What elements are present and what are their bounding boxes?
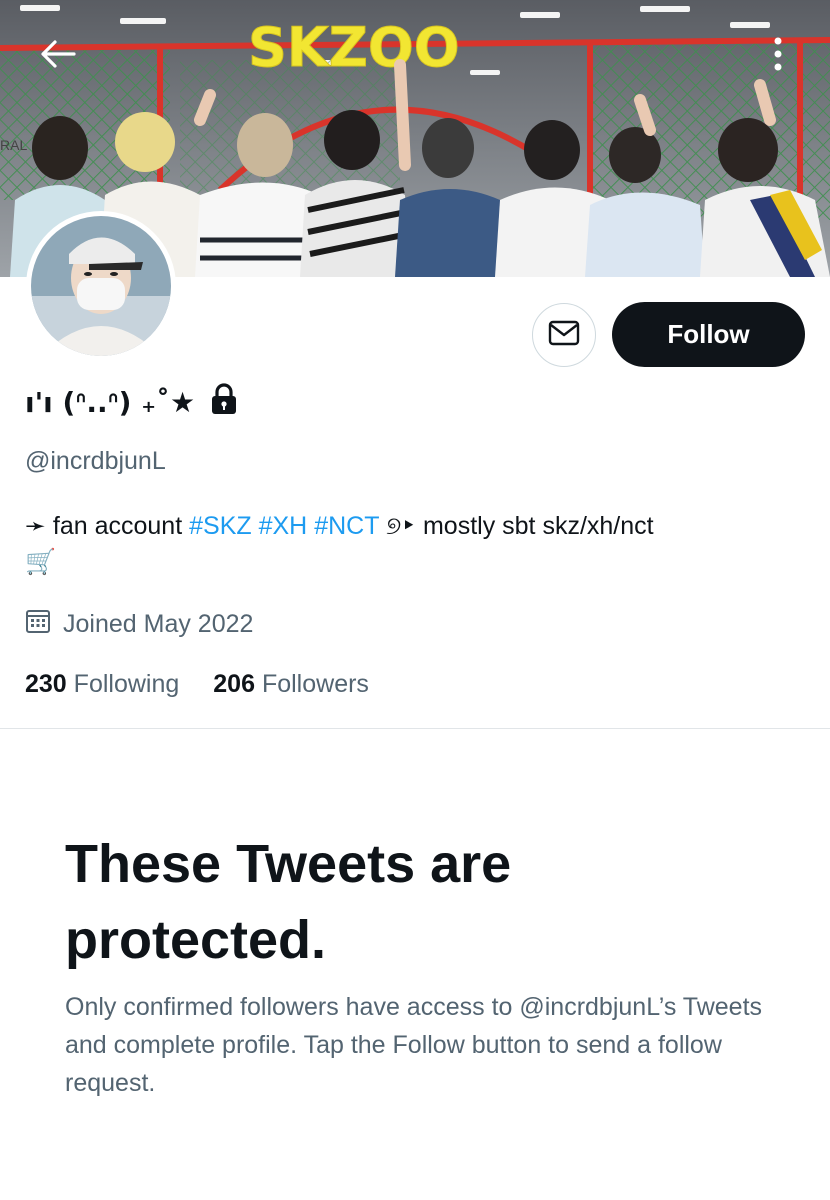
bio-suffix: ୭‣ mostly sbt skz/xh/nct bbox=[379, 512, 654, 540]
bio: ➛ fan account #SKZ #XH #NCT ୭‣ mostly sb… bbox=[25, 508, 805, 580]
more-options-button[interactable] bbox=[752, 30, 804, 82]
joined-text: Joined May 2022 bbox=[63, 610, 254, 638]
following-label: Following bbox=[73, 670, 180, 698]
bio-emoji: 🛒 bbox=[25, 548, 57, 576]
banner-sign-text: SKZOO bbox=[248, 16, 460, 79]
more-vertical-icon bbox=[773, 36, 783, 77]
lock-icon bbox=[209, 382, 239, 423]
display-name-text: ı'ı (ᐢ..ᐢ) ₊˚★ bbox=[25, 386, 196, 419]
arrow-left-icon bbox=[40, 39, 76, 74]
svg-text:RAL: RAL bbox=[0, 137, 27, 153]
following-count: 230 bbox=[25, 670, 67, 698]
calendar-icon bbox=[25, 608, 51, 641]
hashtag-link[interactable]: #NCT bbox=[314, 512, 379, 540]
protected-description: Only confirmed followers have access to … bbox=[65, 993, 763, 1097]
envelope-icon bbox=[548, 320, 580, 351]
hashtag-link[interactable]: #XH bbox=[259, 512, 308, 540]
protected-title: These Tweets are protected. bbox=[65, 834, 512, 970]
followers-link[interactable]: 206 Followers bbox=[213, 670, 369, 699]
back-button[interactable] bbox=[32, 30, 84, 82]
followers-label: Followers bbox=[261, 670, 369, 698]
follow-button[interactable]: Follow bbox=[612, 302, 805, 367]
handle: @incrdbjunL bbox=[25, 447, 166, 475]
followers-count: 206 bbox=[213, 670, 255, 698]
message-button[interactable] bbox=[532, 303, 596, 367]
avatar[interactable] bbox=[26, 211, 176, 361]
hashtag-link[interactable]: #SKZ bbox=[189, 512, 252, 540]
divider bbox=[0, 728, 830, 729]
bio-prefix: ➛ fan account bbox=[25, 512, 190, 540]
following-link[interactable]: 230 Following bbox=[25, 670, 179, 699]
display-name: ı'ı (ᐢ..ᐢ) ₊˚★ bbox=[25, 382, 239, 423]
avatar-image bbox=[31, 216, 171, 356]
joined-date: Joined May 2022 bbox=[25, 608, 253, 641]
follow-counts: 230 Following 206 Followers bbox=[25, 670, 369, 699]
